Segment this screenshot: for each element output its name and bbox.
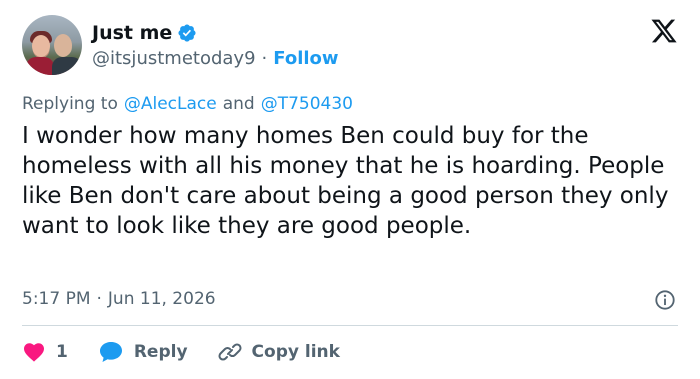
author-handle[interactable]: @itsjustmetoday9 — [92, 48, 256, 69]
like-button[interactable]: 1 — [22, 340, 68, 364]
info-icon[interactable] — [654, 289, 676, 311]
author-name-row: Just me — [92, 22, 197, 44]
mention-link[interactable]: @T750430 — [261, 94, 353, 114]
avatar-detail — [26, 57, 54, 75]
copy-link-label: Copy link — [251, 342, 340, 362]
reply-bubble-icon — [99, 342, 122, 362]
like-count: 1 — [56, 342, 68, 362]
avatar-detail — [54, 34, 72, 57]
divider — [22, 325, 678, 326]
x-logo-icon[interactable] — [650, 17, 678, 45]
tweet-timestamp[interactable]: 5:17 PM · Jun 11, 2026 — [22, 289, 216, 309]
action-bar: 1 Reply Copy link — [22, 340, 370, 364]
mention-link[interactable]: @AlecLace — [124, 94, 217, 114]
replying-conjunction: and — [222, 94, 255, 114]
tweet-time: 5:17 PM — [22, 289, 91, 309]
avatar-detail — [32, 35, 50, 57]
avatar-detail — [52, 57, 82, 75]
reply-label: Reply — [133, 342, 188, 362]
heart-icon — [24, 343, 44, 362]
handle-separator: · — [261, 48, 268, 69]
copy-link-button[interactable]: Copy link — [218, 340, 340, 364]
handle-row: @itsjustmetoday9 · Follow — [92, 48, 339, 69]
reply-button[interactable]: Reply — [98, 340, 188, 364]
follow-button[interactable]: Follow — [273, 48, 338, 69]
replying-to: Replying to @AlecLace and @T750430 — [22, 94, 353, 114]
verified-badge-icon — [178, 24, 196, 42]
replying-prefix: Replying to — [22, 94, 118, 114]
display-name[interactable]: Just me — [92, 22, 172, 44]
avatar[interactable] — [22, 15, 82, 75]
meta-separator: · — [96, 289, 102, 309]
link-icon — [218, 343, 242, 361]
tweet-date: Jun 11, 2026 — [107, 289, 216, 309]
tweet-text: I wonder how many homes Ben could buy fo… — [22, 123, 669, 239]
